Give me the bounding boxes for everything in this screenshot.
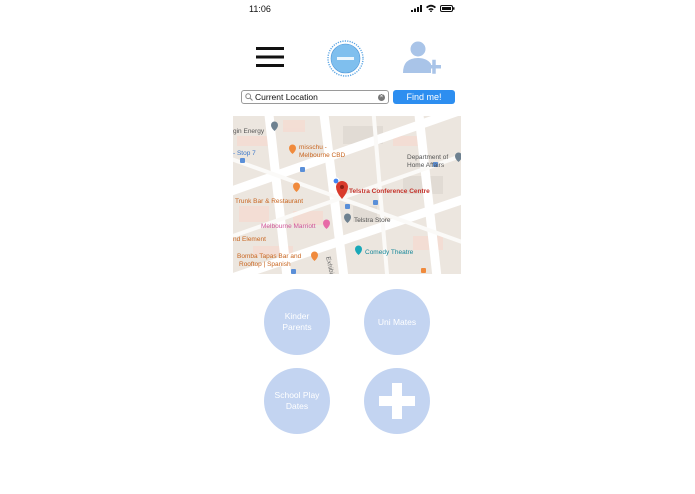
map-label: Melbourne CBD — [299, 152, 346, 159]
app-logo — [327, 40, 364, 77]
group-uni-mates-button[interactable]: Uni Mates — [364, 289, 430, 355]
map-label: nd Element — [233, 236, 266, 243]
map-label: Telstra Store — [354, 217, 391, 224]
map-label: Melbourne Marriott — [261, 223, 316, 230]
plus-icon — [379, 383, 415, 419]
map-view[interactable]: gin Energy - Stop 7 misschu - Melbourne … — [233, 116, 461, 274]
group-label: Uni Mates — [377, 316, 417, 327]
phone-screen: 11:06 Current Location × Find me! gin En… — [233, 0, 461, 494]
status-time: 11:06 — [249, 4, 271, 14]
map-label: Trunk Bar & Restaurant — [235, 198, 304, 205]
add-group-button[interactable] — [364, 368, 430, 434]
add-user-icon[interactable] — [401, 40, 443, 76]
map-label: Department of — [407, 154, 449, 161]
map-label: - Stop 7 — [233, 150, 256, 157]
map-label: Bomba Tapas Bar and — [237, 253, 302, 260]
search-icon — [245, 93, 253, 101]
map-label: Comedy Theatre — [365, 249, 414, 256]
wifi-icon — [426, 4, 436, 12]
location-search-box: × — [241, 90, 389, 104]
clear-icon[interactable]: × — [378, 94, 385, 101]
map-label: misschu - — [299, 144, 327, 151]
battery-icon — [440, 4, 455, 12]
group-kinder-parents-button[interactable]: Kinder Parents — [264, 289, 330, 355]
group-label: Kinder Parents — [282, 311, 312, 332]
map-label: Telstra Conference Centre — [349, 188, 430, 195]
map-label: Rooftop | Spanish — [239, 261, 291, 268]
location-search-input[interactable] — [255, 91, 377, 103]
group-label: School Play Dates — [274, 390, 320, 411]
status-icons — [411, 4, 455, 12]
map-label: Home Affairs — [407, 162, 445, 169]
group-school-play-dates-button[interactable]: School Play Dates — [264, 368, 330, 434]
hamburger-menu-icon[interactable] — [256, 46, 284, 68]
signal-icon — [411, 4, 422, 12]
map-label: gin Energy — [233, 128, 265, 135]
find-me-button[interactable]: Find me! — [393, 90, 455, 104]
